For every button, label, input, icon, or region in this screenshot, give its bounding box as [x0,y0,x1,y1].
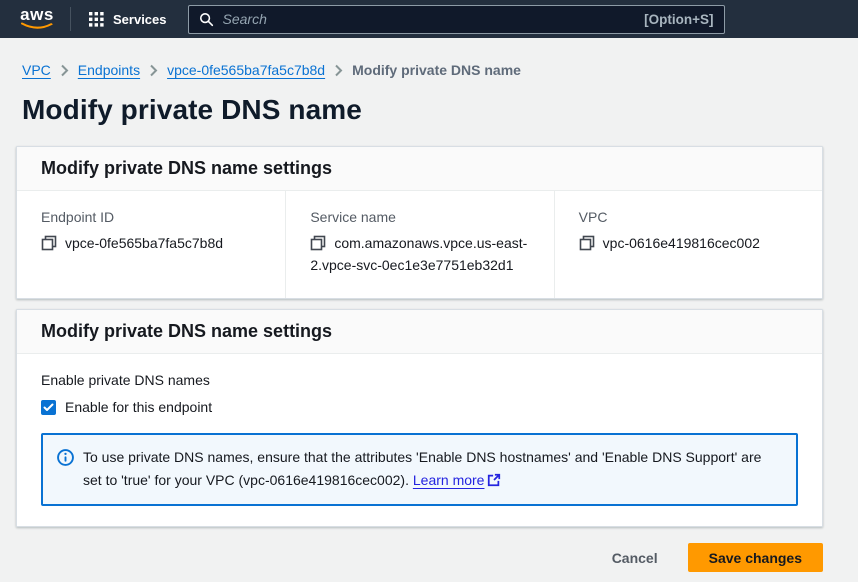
enable-private-dns-group-label: Enable private DNS names [41,372,798,388]
breadcrumb-current-page: Modify private DNS name [352,62,521,78]
page-title: Modify private DNS name [16,78,823,146]
search-input[interactable] [223,11,645,27]
endpoint-id-field: Endpoint ID vpce-0fe565ba7fa5c7b8d [17,191,285,298]
search-icon [199,12,214,27]
summary-card-body: Endpoint ID vpce-0fe565ba7fa5c7b8d Servi… [17,191,822,298]
endpoint-summary-card: Modify private DNS name settings Endpoin… [16,146,823,299]
endpoint-id-label: Endpoint ID [41,209,261,225]
cancel-button[interactable]: Cancel [610,546,660,570]
top-navigation-bar: aws Services [Option+S] [0,0,858,38]
global-search-box[interactable]: [Option+S] [188,5,725,34]
learn-more-link[interactable]: Learn more [413,472,502,488]
breadcrumb-endpoint-id-link[interactable]: vpce-0fe565ba7fa5c7b8d [167,62,325,78]
breadcrumb-endpoints-link[interactable]: Endpoints [78,62,140,78]
alert-message: To use private DNS names, ensure that th… [83,446,782,492]
copy-icon[interactable] [310,235,326,251]
services-menu-button[interactable]: Services [85,12,171,27]
services-grid-icon [89,12,104,27]
breadcrumb: VPC Endpoints vpce-0fe565ba7fa5c7b8d Mod… [16,38,823,78]
chevron-right-icon [334,64,343,77]
aws-logo-text: aws [20,7,54,22]
service-name-value: com.amazonaws.vpce.us-east-2.vpce-svc-0e… [310,232,529,276]
dns-settings-card: Modify private DNS name settings Enable … [16,309,823,527]
service-name-label: Service name [310,209,529,225]
enable-endpoint-checkbox[interactable] [41,400,56,415]
search-keyboard-shortcut: [Option+S] [644,12,713,27]
chevron-right-icon [60,64,69,77]
service-name-field: Service name com.amazonaws.vpce.us-east-… [285,191,553,298]
checkmark-icon [43,403,54,412]
breadcrumb-vpc-link[interactable]: VPC [22,62,51,78]
services-label: Services [113,12,167,27]
settings-card-body: Enable private DNS names Enable for this… [17,354,822,526]
info-icon [57,449,74,466]
enable-endpoint-checkbox-row[interactable]: Enable for this endpoint [41,399,798,415]
vpc-label: VPC [579,209,798,225]
aws-logo[interactable]: aws [20,7,54,31]
topbar-divider [70,7,71,31]
enable-endpoint-checkbox-label: Enable for this endpoint [65,399,212,415]
save-changes-button[interactable]: Save changes [688,543,823,572]
settings-card-title: Modify private DNS name settings [17,310,822,354]
vpc-value: vpc-0616e419816cec002 [579,232,798,254]
info-alert: To use private DNS names, ensure that th… [41,433,798,506]
summary-card-title: Modify private DNS name settings [17,147,822,191]
aws-smile-icon [20,22,54,31]
form-actions: Cancel Save changes [16,527,823,572]
external-link-icon [487,473,501,487]
endpoint-id-value: vpce-0fe565ba7fa5c7b8d [41,232,261,254]
copy-icon[interactable] [41,235,57,251]
vpc-field: VPC vpc-0616e419816cec002 [554,191,822,298]
copy-icon[interactable] [579,235,595,251]
main-content: VPC Endpoints vpce-0fe565ba7fa5c7b8d Mod… [16,38,823,572]
chevron-right-icon [149,64,158,77]
